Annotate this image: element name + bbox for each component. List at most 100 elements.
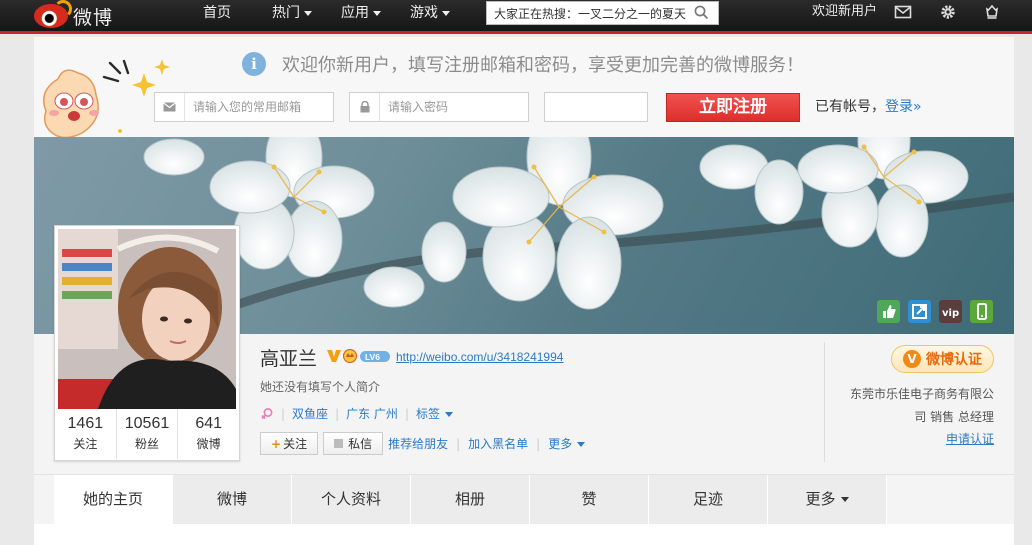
info-icon: i xyxy=(242,52,266,76)
avatar[interactable] xyxy=(58,229,236,409)
crown-icon[interactable] xyxy=(983,4,1001,20)
nav-home-label: 首页 xyxy=(203,5,231,21)
tags-link[interactable]: 标签 xyxy=(416,405,453,422)
captcha-field xyxy=(544,92,648,122)
company-line-2: 司 销售 总经理 xyxy=(914,410,994,424)
email-input[interactable] xyxy=(185,94,325,120)
register-tip-text: 欢迎你新用户，填写注册邮箱和密码，享受更加完善的微博服务！ xyxy=(282,55,804,76)
badges: LV6 xyxy=(326,348,392,367)
follow-button[interactable]: + 关注 xyxy=(260,432,319,455)
register-tip: i 欢迎你新用户，填写注册邮箱和密码，享受更加完善的微博服务！ xyxy=(242,51,804,77)
blacklist-link[interactable]: 加入黑名单 xyxy=(468,435,528,452)
medal-share-icon[interactable] xyxy=(908,300,931,323)
tab-weibo[interactable]: 微博 xyxy=(173,475,292,525)
login-link[interactable]: 登录» xyxy=(885,99,922,115)
follow-button-label: 关注 xyxy=(283,437,308,451)
weibo-logo-icon xyxy=(34,0,72,28)
have-account-text: 已有帐号， xyxy=(815,99,885,115)
medal-thumb-icon[interactable] xyxy=(877,300,900,323)
female-icon xyxy=(261,407,273,419)
verified-v-icon xyxy=(327,350,341,362)
tags-link-label: 标签 xyxy=(415,407,440,421)
nav-games[interactable]: 游戏 xyxy=(410,0,450,26)
profile-tabs: 她的主页 微博 个人资料 相册 赞 足迹 更多 xyxy=(34,474,1014,525)
verification-info: 东莞市乐佳电子商务有限公 司 销售 总经理 xyxy=(844,383,994,429)
password-field xyxy=(349,92,529,122)
gear-icon[interactable] xyxy=(939,4,957,20)
tab-footprints[interactable]: 足迹 xyxy=(649,475,768,525)
message-button-label: 私信 xyxy=(348,437,373,451)
stat-followers-count: 10561 xyxy=(124,415,170,432)
more-actions-link[interactable]: 更多 xyxy=(548,435,586,452)
nav-games-label: 游戏 xyxy=(410,5,438,21)
weibo-verified-badge[interactable]: V 微博认证 xyxy=(891,345,994,373)
register-bar: i 欢迎你新用户，填写注册邮箱和密码，享受更加完善的微博服务！ 立即注册 已有帐… xyxy=(34,37,1014,139)
search-icon[interactable] xyxy=(694,5,709,20)
chevron-down-icon xyxy=(373,10,381,16)
level-badge-text: LV6 xyxy=(365,352,380,362)
profile-actions: + 关注 私信 推荐给朋友 | 加入黑名单 | 更多 xyxy=(260,432,586,455)
chevron-down-icon xyxy=(840,497,849,502)
level-badge-icon: LV6 xyxy=(360,351,390,362)
tab-profile-info[interactable]: 个人资料 xyxy=(292,475,411,525)
profile-url[interactable]: http://weibo.com/u/3418241994 xyxy=(396,350,563,364)
top-navigation-bar: 微博 首页 热门 应用 游戏 欢迎新用户 xyxy=(0,0,1032,34)
verified-v-icon: V xyxy=(903,350,921,368)
stat-following-label: 关注 xyxy=(73,437,98,451)
tab-likes[interactable]: 赞 xyxy=(530,475,649,525)
chevron-down-icon xyxy=(304,10,312,16)
tabs-spacer xyxy=(34,475,54,525)
message-icon xyxy=(334,439,344,448)
zodiac-link[interactable]: 双鱼座 xyxy=(292,405,328,422)
email-field xyxy=(154,92,334,122)
nav-home[interactable]: 首页 xyxy=(203,0,231,26)
nav-apps-label: 应用 xyxy=(341,5,369,21)
weibo-logo[interactable]: 微博 xyxy=(34,0,114,30)
password-input[interactable] xyxy=(380,94,520,120)
nav-hot[interactable]: 热门 xyxy=(272,0,312,26)
mascot-illustration xyxy=(43,59,170,139)
mail-icon[interactable] xyxy=(894,4,912,20)
stat-followers[interactable]: 10561 粉丝 xyxy=(117,409,179,459)
tab-more-label: 更多 xyxy=(805,490,836,508)
stat-posts[interactable]: 641 微博 xyxy=(178,409,239,459)
tab-home[interactable]: 她的主页 xyxy=(54,475,173,525)
search-input[interactable] xyxy=(487,2,687,24)
register-button[interactable]: 立即注册 xyxy=(666,93,800,122)
captcha-input[interactable] xyxy=(545,94,645,120)
recommend-link[interactable]: 推荐给朋友 xyxy=(388,435,448,452)
logo-text: 微博 xyxy=(73,6,114,29)
tab-more[interactable]: 更多 xyxy=(768,475,887,525)
profile-info: 高亚兰 LV6 http://weibo.com/u/3418241994 她还… xyxy=(260,334,820,469)
location-link[interactable]: 广东 广州 xyxy=(346,405,398,422)
separator: | xyxy=(281,406,286,421)
search-box xyxy=(486,1,719,25)
nav-hot-label: 热门 xyxy=(272,5,300,21)
stat-followers-label: 粉丝 xyxy=(135,437,160,451)
separator: | xyxy=(456,436,461,451)
plus-icon: + xyxy=(271,436,282,451)
message-button[interactable]: 私信 xyxy=(323,432,384,455)
have-account: 已有帐号，登录» xyxy=(815,96,922,116)
welcome-new-user[interactable]: 欢迎新用户 xyxy=(812,0,877,24)
member-crown-icon xyxy=(343,349,357,363)
medal-vip-icon[interactable]: vip xyxy=(939,300,962,323)
lock-icon xyxy=(350,93,380,121)
stat-posts-label: 微博 xyxy=(196,437,221,451)
envelope-icon xyxy=(155,93,185,121)
verification-panel: V 微博认证 东莞市乐佳电子商务有限公 司 销售 总经理 申请认证 xyxy=(824,342,994,462)
chevron-down-icon xyxy=(577,442,586,447)
nav-apps[interactable]: 应用 xyxy=(341,0,381,26)
tab-photos[interactable]: 相册 xyxy=(411,475,530,525)
stat-following[interactable]: 1461 关注 xyxy=(55,409,117,459)
user-bio: 她还没有填写个人简介 xyxy=(260,380,381,394)
medal-phone-icon[interactable] xyxy=(970,300,993,323)
content-area xyxy=(34,524,1014,545)
profile-page: i 欢迎你新用户，填写注册邮箱和密码，享受更加完善的微博服务！ 立即注册 已有帐… xyxy=(34,37,1014,545)
apply-verification-link[interactable]: 申请认证 xyxy=(946,430,994,447)
user-meta: | 双鱼座 | 广东 广州 | 标签 xyxy=(260,405,453,422)
chevron-down-icon xyxy=(442,10,450,16)
separator: | xyxy=(335,406,340,421)
avatar-card: 1461 关注 10561 粉丝 641 微博 xyxy=(54,225,240,461)
stat-following-count: 1461 xyxy=(67,415,104,432)
